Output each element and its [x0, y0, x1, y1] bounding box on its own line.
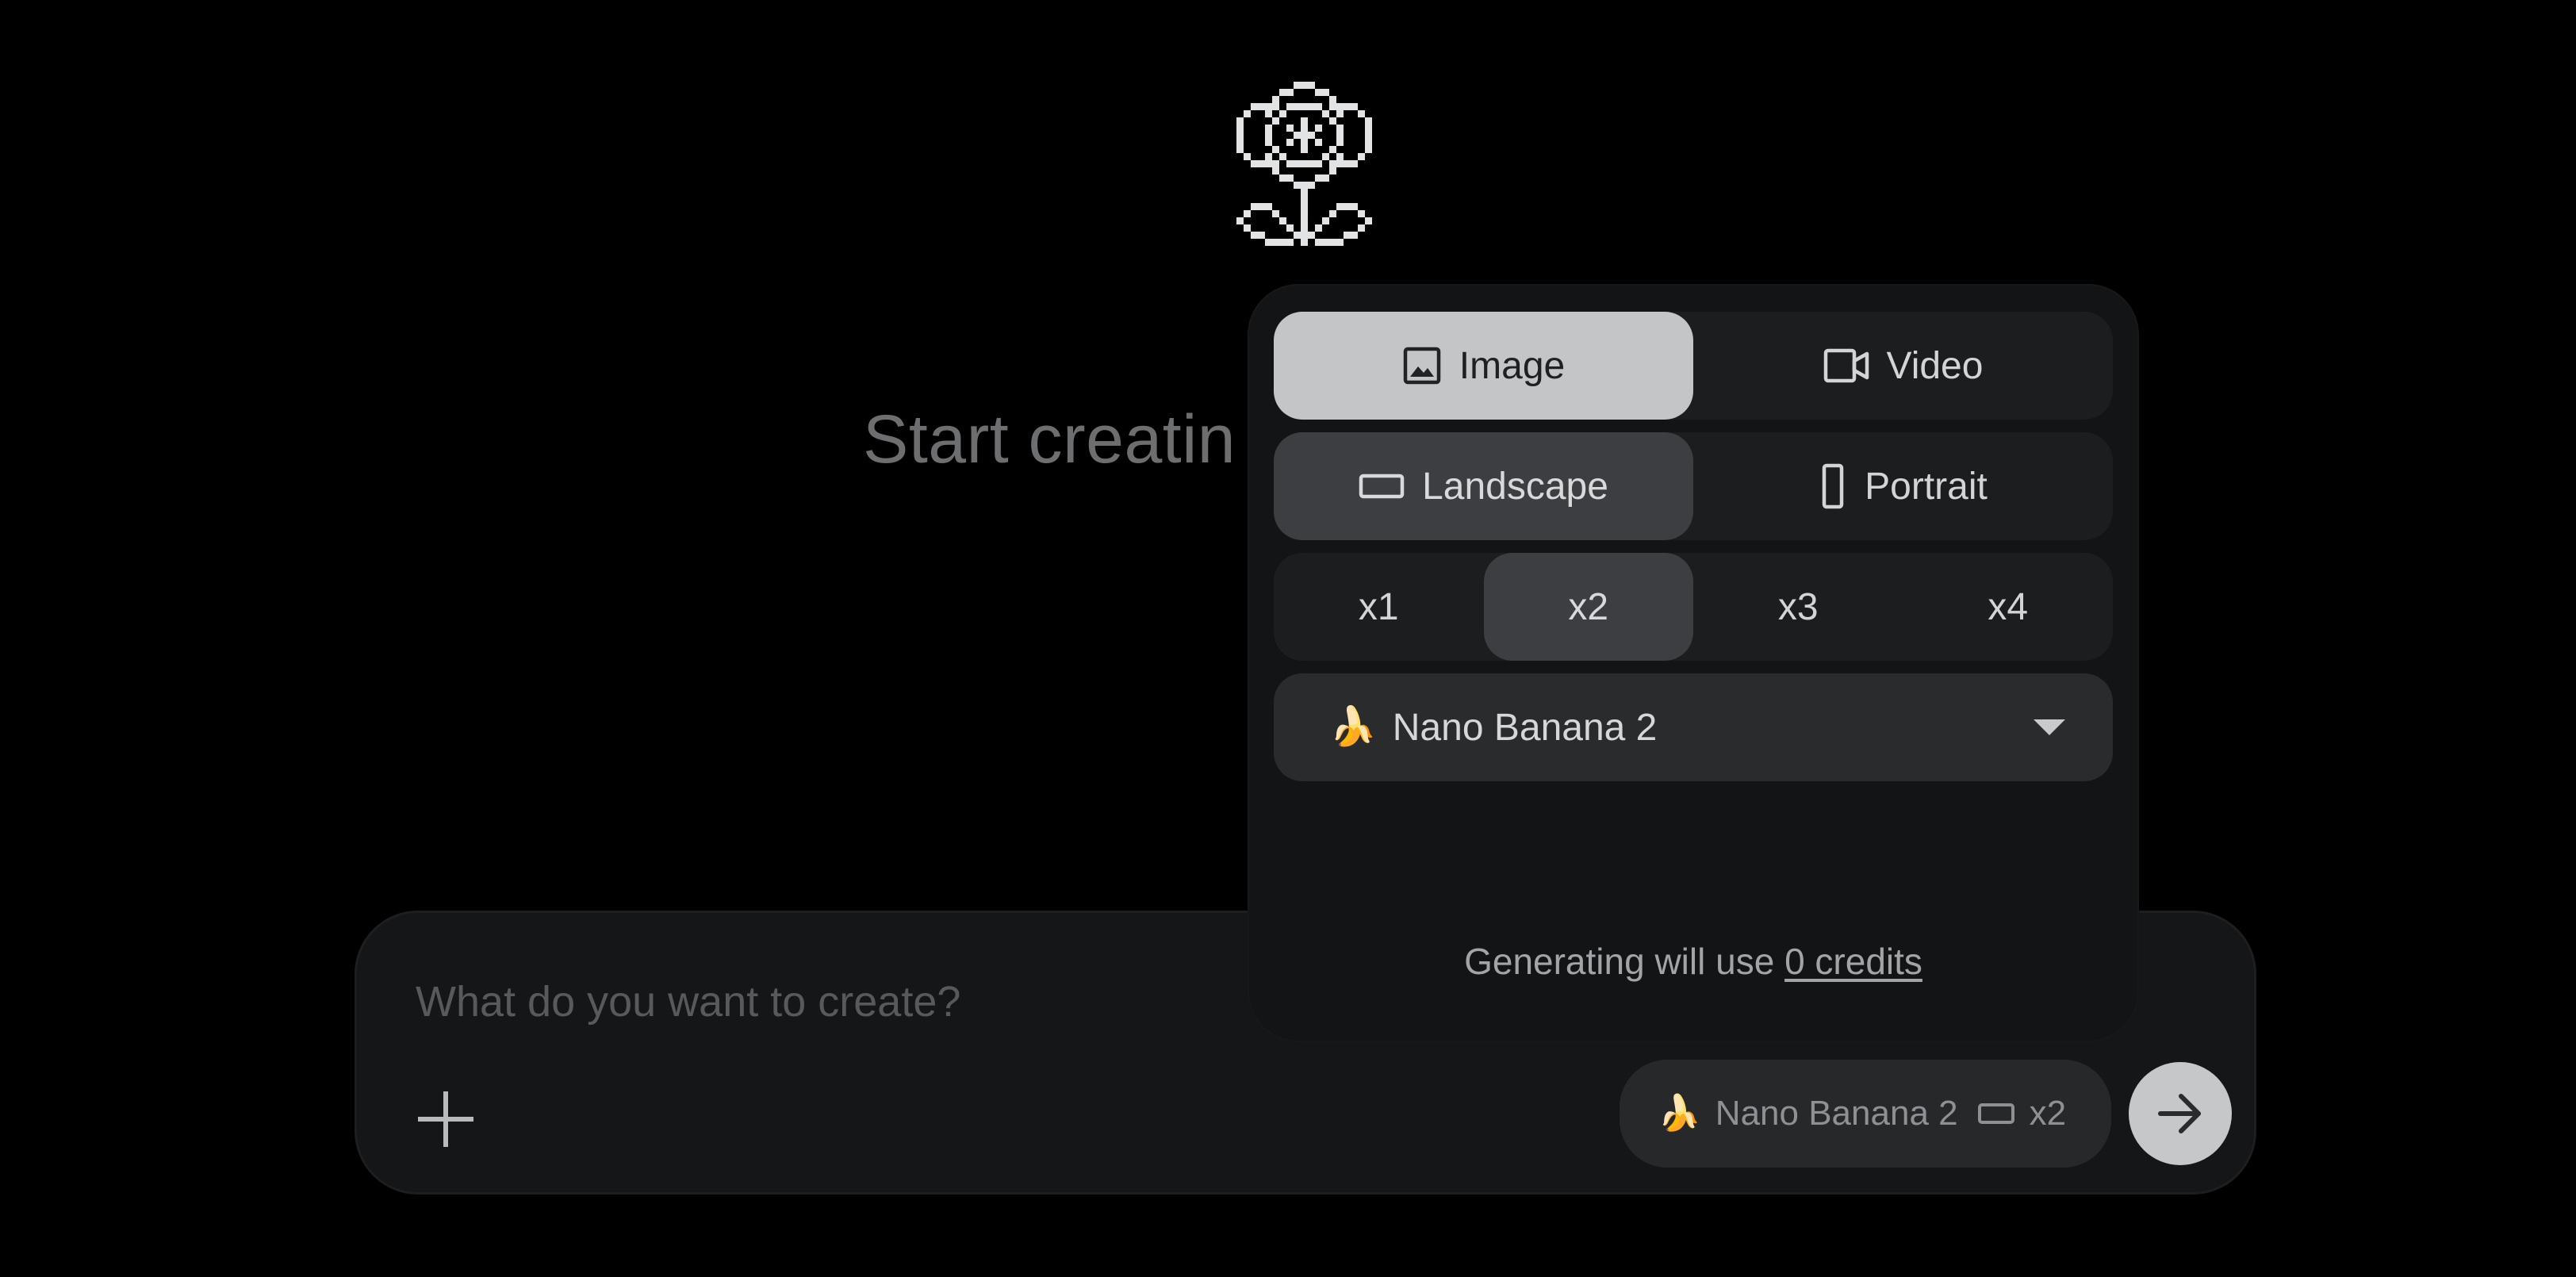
banana-emoji: 🍌	[1329, 706, 1377, 748]
arrow-right-icon	[2158, 1094, 2201, 1133]
count-option-x4[interactable]: x4	[1903, 553, 2114, 661]
credits-prefix: Generating will use	[1464, 941, 1775, 982]
page-headline: Start creatin	[863, 401, 1236, 477]
landscape-rect-icon	[1977, 1103, 2014, 1124]
credits-link[interactable]: 0 credits	[1784, 941, 1922, 982]
count-option-x2[interactable]: x2	[1483, 553, 1693, 661]
image-option[interactable]: Image	[1274, 312, 1693, 420]
flower-logo-icon	[1232, 75, 1378, 290]
credits-notice: Generating will use 0 credits	[1249, 940, 2137, 983]
video-option[interactable]: Video	[1693, 312, 2113, 420]
output-count-selector: x1 x2 x3 x4	[1274, 553, 2113, 661]
chip-count-label: x2	[2029, 1094, 2067, 1133]
image-icon	[1403, 347, 1441, 385]
plus-icon	[418, 1091, 473, 1147]
page: Start creatin 🍌 Nano Banana 2 x2	[0, 0, 2576, 1277]
landscape-option-label: Landscape	[1422, 465, 1608, 508]
model-selected: 🍌 Nano Banana 2	[1329, 706, 1657, 750]
model-dropdown[interactable]: 🍌 Nano Banana 2	[1274, 673, 2113, 781]
portrait-rect-icon	[1822, 463, 1844, 509]
settings-popover: Image Video Landscape Portrait x1 x2 x3 …	[1249, 286, 2137, 1041]
send-button[interactable]	[2129, 1062, 2232, 1165]
landscape-rect-icon	[1359, 474, 1405, 499]
video-option-label: Video	[1886, 344, 1984, 387]
orientation-selector: Landscape Portrait	[1274, 432, 2113, 540]
media-type-selector: Image Video	[1274, 312, 2113, 420]
model-label: Nano Banana 2	[1392, 706, 1658, 749]
count-option-x1[interactable]: x1	[1274, 553, 1484, 661]
video-camera-icon	[1823, 348, 1869, 383]
portrait-option-label: Portrait	[1865, 465, 1988, 508]
image-option-label: Image	[1459, 344, 1566, 387]
portrait-option[interactable]: Portrait	[1693, 432, 2113, 540]
landscape-option[interactable]: Landscape	[1274, 432, 1693, 540]
generation-settings-chip[interactable]: 🍌 Nano Banana 2 x2	[1620, 1060, 2111, 1168]
add-button[interactable]	[406, 1080, 485, 1159]
banana-emoji: 🍌	[1658, 1094, 1701, 1133]
count-option-x3[interactable]: x3	[1693, 553, 1903, 661]
chip-model-label: Nano Banana 2	[1715, 1094, 1958, 1133]
caret-down-icon	[2034, 719, 2065, 735]
